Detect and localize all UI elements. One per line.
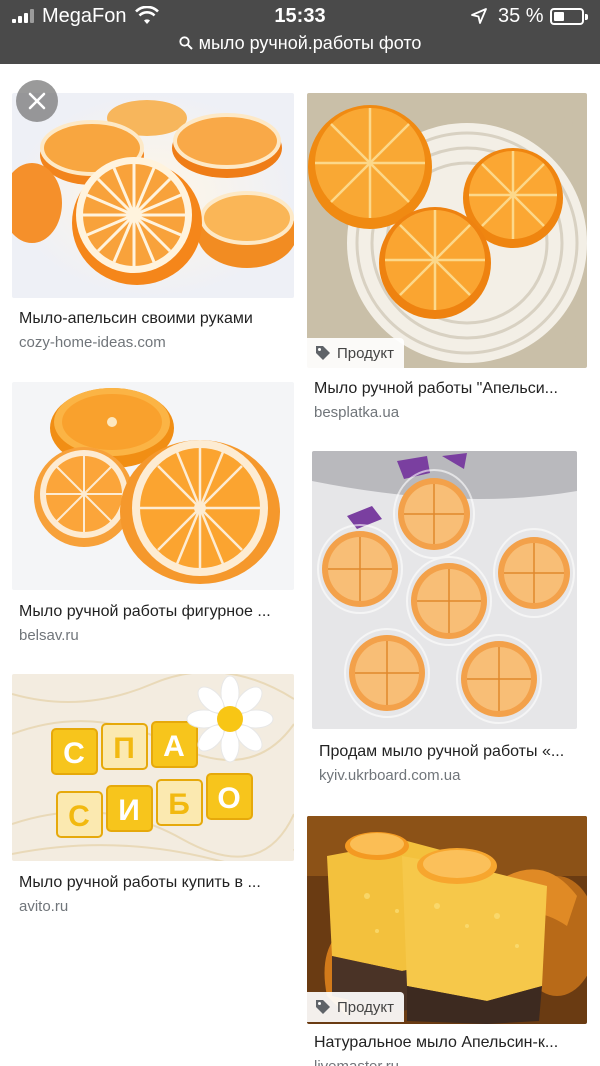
battery-percentage: 35 % — [498, 5, 544, 27]
svg-text:И: И — [118, 794, 140, 827]
result-title[interactable]: Мыло ручной работы купить в ... — [19, 874, 261, 892]
location-arrow-icon — [471, 8, 487, 24]
close-icon — [28, 92, 46, 110]
tag-icon — [316, 346, 330, 360]
result-thumbnail[interactable]: СПА СИБО — [12, 674, 294, 861]
svg-text:С: С — [68, 800, 90, 833]
image-result-card[interactable]: Продам мыло ручной работы «... kyiv.ukrb… — [312, 451, 587, 791]
result-source: besplatka.ua — [314, 404, 400, 421]
result-source: livemaster.ru — [314, 1058, 399, 1066]
result-title[interactable]: Мыло-апельсин своими руками — [19, 310, 253, 328]
image-result-card[interactable]: Продукт Мыло ручной работы "Апельси... b… — [307, 93, 587, 433]
svg-text:С: С — [63, 737, 85, 770]
result-thumbnail[interactable] — [312, 451, 577, 729]
address-bar-query: мыло ручной.работы фото — [198, 33, 422, 53]
product-badge-label: Продукт — [337, 344, 394, 362]
result-source: belsav.ru — [19, 627, 79, 644]
svg-text:Б: Б — [168, 788, 190, 821]
svg-text:П: П — [113, 732, 135, 765]
tag-icon — [316, 1000, 330, 1014]
result-thumbnail[interactable] — [12, 382, 294, 590]
search-icon — [178, 36, 193, 50]
product-badge: Продукт — [307, 338, 404, 368]
product-badge-label: Продукт — [337, 998, 394, 1016]
result-title[interactable]: Мыло ручной работы "Апельси... — [314, 380, 558, 398]
result-title[interactable]: Продам мыло ручной работы «... — [319, 743, 564, 761]
result-title[interactable]: Натуральное мыло Апельсин-к... — [314, 1034, 558, 1052]
close-button[interactable] — [16, 80, 58, 122]
product-badge: Продукт — [307, 992, 404, 1022]
result-thumbnail[interactable] — [12, 93, 294, 298]
battery-icon — [550, 8, 588, 25]
result-title[interactable]: Мыло ручной работы фигурное ... — [19, 603, 271, 621]
result-thumbnail[interactable] — [307, 93, 587, 368]
result-source: kyiv.ukrboard.com.ua — [319, 767, 461, 784]
status-bar: MegaFon 15:33 35 % — [0, 0, 600, 34]
svg-text:А: А — [163, 730, 185, 763]
result-source: avito.ru — [19, 898, 69, 915]
image-result-card[interactable]: СПА СИБО Мыло ручной работы купить в ...… — [12, 674, 294, 924]
result-source: cozy-home-ideas.com — [19, 334, 166, 351]
image-result-card[interactable]: Мыло-апельсин своими руками cozy-home-id… — [12, 93, 294, 363]
image-result-card[interactable]: Продукт Натуральное мыло Апельсин-к... l… — [307, 816, 587, 1066]
svg-text:О: О — [217, 782, 240, 815]
address-bar[interactable]: мыло ручной.работы фото — [0, 33, 600, 54]
image-result-card[interactable]: Мыло ручной работы фигурное ... belsav.r… — [12, 382, 294, 652]
browser-top-bar: MegaFon 15:33 35 % мыло ручной.работы фо… — [0, 0, 600, 64]
